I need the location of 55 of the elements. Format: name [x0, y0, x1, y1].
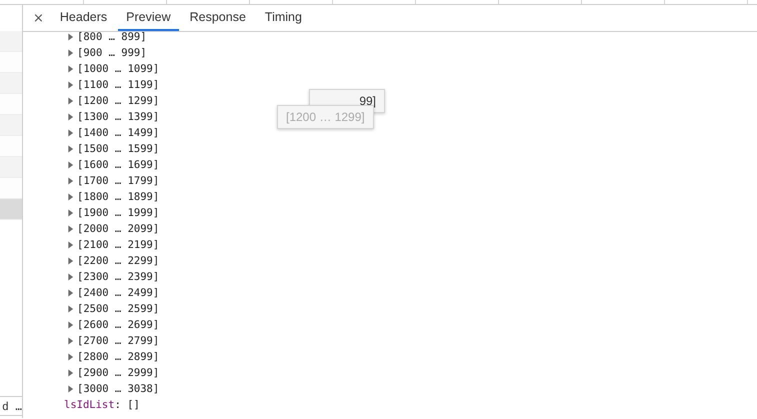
- collapsed-triangle-icon[interactable]: [67, 257, 74, 265]
- collapsed-triangle-icon[interactable]: [67, 129, 74, 137]
- range-label[interactable]: [2400 … 2499]: [77, 287, 160, 299]
- range-label[interactable]: [2000 … 2099]: [77, 223, 160, 235]
- range-label[interactable]: [1800 … 1899]: [77, 191, 160, 203]
- collapsed-triangle-icon[interactable]: [67, 193, 74, 201]
- range-label[interactable]: [1300 … 1399]: [77, 111, 160, 123]
- collapsed-triangle-icon[interactable]: [67, 225, 74, 233]
- collapsed-triangle-icon[interactable]: [67, 337, 74, 345]
- range-label[interactable]: [1000 … 1099]: [77, 63, 160, 75]
- collapsed-triangle-icon[interactable]: [67, 289, 74, 297]
- range-label[interactable]: [1700 … 1799]: [77, 175, 160, 187]
- property-value: : []: [114, 399, 140, 411]
- collapsed-triangle-icon[interactable]: [67, 177, 74, 185]
- collapsed-triangle-icon[interactable]: [67, 353, 74, 361]
- range-label[interactable]: [3000 … 3038]: [77, 383, 160, 395]
- tab[interactable]: Preview: [118, 5, 179, 31]
- collapsed-triangle-icon[interactable]: [67, 81, 74, 89]
- tab[interactable]: Timing: [256, 5, 310, 31]
- range-label[interactable]: [2100 … 2199]: [77, 239, 160, 251]
- collapsed-triangle-icon[interactable]: [67, 33, 74, 41]
- collapsed-triangle-icon[interactable]: [67, 241, 74, 249]
- tab[interactable]: Response: [182, 5, 254, 31]
- range-label[interactable]: [2300 … 2399]: [77, 271, 160, 283]
- tab[interactable]: Headers: [52, 5, 116, 31]
- range-label[interactable]: [2200 … 2299]: [77, 255, 160, 267]
- range-label[interactable]: [1200 … 1299]: [77, 95, 160, 107]
- collapsed-triangle-icon[interactable]: [67, 321, 74, 329]
- range-label[interactable]: [2800 … 2899]: [77, 351, 160, 363]
- collapsed-triangle-icon[interactable]: [67, 97, 74, 105]
- collapsed-triangle-icon[interactable]: [67, 145, 74, 153]
- range-label[interactable]: [1100 … 1199]: [77, 79, 160, 91]
- collapsed-triangle-icon[interactable]: [67, 385, 74, 393]
- range-label[interactable]: [2600 … 2699]: [77, 319, 160, 331]
- range-label[interactable]: [1900 … 1999]: [77, 207, 160, 219]
- range-label[interactable]: [1500 … 1599]: [77, 143, 160, 155]
- range-label[interactable]: [1600 … 1699]: [77, 159, 160, 171]
- range-label[interactable]: [900 … 999]: [77, 47, 147, 59]
- collapsed-triangle-icon[interactable]: [67, 273, 74, 281]
- collapsed-triangle-icon[interactable]: [67, 161, 74, 169]
- collapsed-triangle-icon[interactable]: [67, 113, 74, 121]
- range-label[interactable]: [2900 … 2999]: [77, 367, 160, 379]
- collapsed-triangle-icon[interactable]: [67, 49, 74, 57]
- collapsed-triangle-icon[interactable]: [67, 209, 74, 217]
- range-label[interactable]: [2500 … 2599]: [77, 303, 160, 315]
- sidebar-footer-text: d …: [2, 400, 22, 412]
- close-button[interactable]: ×: [29, 5, 48, 31]
- collapsed-triangle-icon[interactable]: [67, 369, 74, 377]
- range-label[interactable]: [800 … 899]: [77, 32, 147, 43]
- property-name: lsIdList: [64, 399, 115, 411]
- range-label[interactable]: [2700 … 2799]: [77, 335, 160, 347]
- range-label[interactable]: [1400 … 1499]: [77, 127, 160, 139]
- tooltip: [1200 … 1299]: [277, 105, 374, 129]
- collapsed-triangle-icon[interactable]: [67, 65, 74, 73]
- collapsed-triangle-icon[interactable]: [67, 305, 74, 313]
